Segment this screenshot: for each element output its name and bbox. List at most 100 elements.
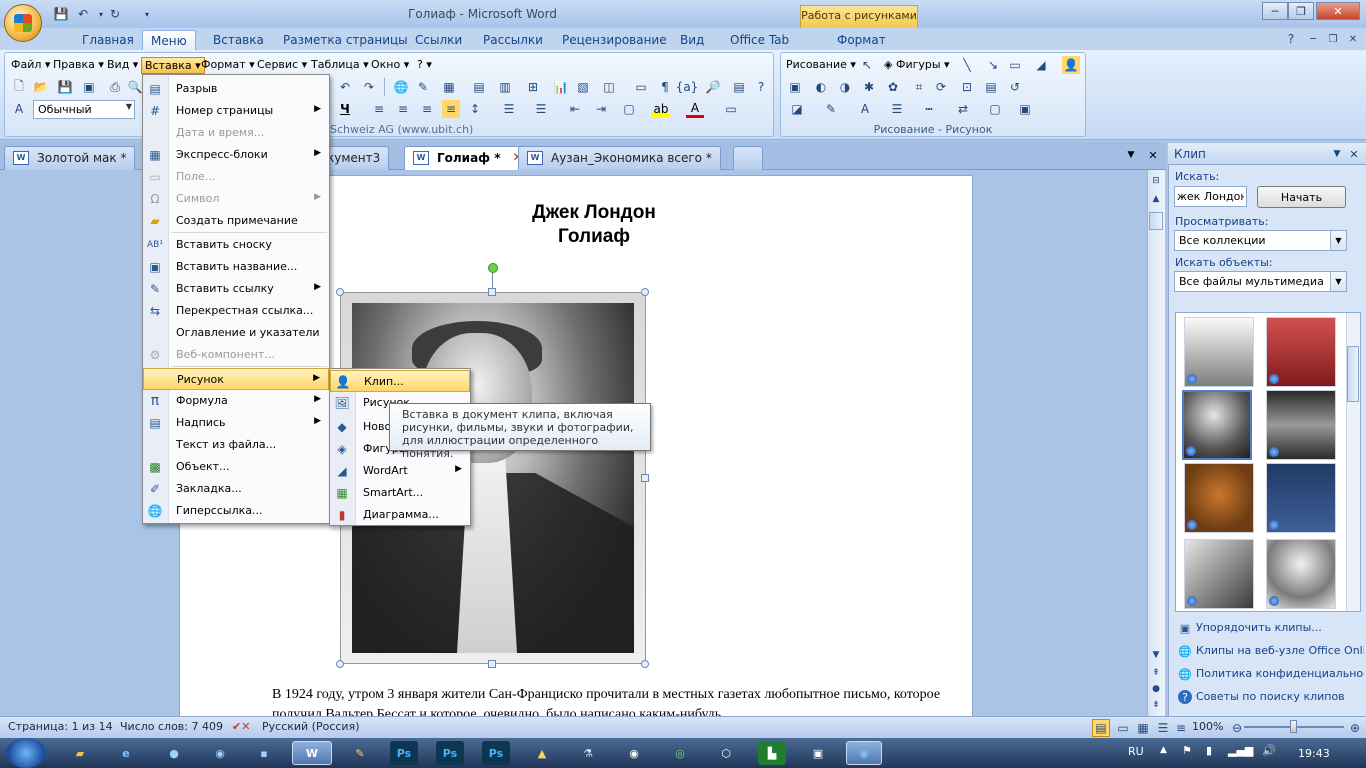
tab-view[interactable]: Вид [672,30,712,50]
resize-handle-bottom[interactable] [488,660,496,668]
tray-language[interactable]: RU [1128,745,1144,758]
photoshop-taskbar-icon[interactable]: Ps [390,741,418,765]
doc-tab-golden-poppy[interactable]: W Золотой мак * [4,146,136,170]
doc-tab-auzan[interactable]: W Аузан_Экономика всего * [518,146,721,170]
resize-handle-right[interactable] [641,474,649,482]
save-icon[interactable]: 💾 [52,5,70,23]
print-icon[interactable]: ⎙ [106,78,124,96]
shapes-menu[interactable]: ◈ Фигуры ▾ [884,58,950,71]
research-icon[interactable]: ▤ [730,78,748,96]
field-codes-icon[interactable]: {a} [676,78,699,96]
menu-item-bookmark[interactable]: ✐ Закладка... [143,478,329,500]
app-circle-taskbar-icon[interactable]: ◉ [620,741,648,765]
clip-thumbnail[interactable] [1184,317,1254,387]
ie-taskbar-icon[interactable]: e [112,741,140,765]
ribbon-minimize-icon[interactable]: ─ [1304,30,1322,48]
ribbon-close-icon[interactable]: ✕ [1344,30,1362,48]
menu-item-textbox[interactable]: ▤ Надпись ▶ [143,412,329,434]
increase-indent-icon[interactable]: ⇥ [592,100,610,118]
menu-edit[interactable]: Правка ▾ [50,57,107,74]
resize-handle-top-right[interactable] [641,288,649,296]
vertical-scrollbar[interactable] [1147,170,1165,716]
arrow-icon[interactable]: ↘ [984,56,1002,74]
tray-signal-icon[interactable]: ▂▄▆ [1228,744,1253,757]
tab-insert[interactable]: Вставка [205,30,272,50]
borders-icon[interactable]: ▢ [620,100,638,118]
clip-thumbnail[interactable] [1184,539,1254,609]
language-indicator[interactable]: Русский (Россия) [262,720,360,733]
menu-item-symbol[interactable]: Ω Символ ▶ [143,188,329,210]
clip-thumbnail[interactable] [1266,463,1336,533]
select-browse-object-icon[interactable]: ● [1148,684,1164,698]
minimize-button[interactable]: ─ [1262,2,1288,20]
justify-icon[interactable]: ≡ [442,100,460,118]
wordart-toolbar-icon[interactable]: ◢ [1032,56,1050,74]
tab-references[interactable]: Ссылки [407,30,470,50]
clip-thumbnail-selected[interactable] [1182,390,1252,460]
menu-item-hyperlink[interactable]: 🌐 Гиперссылка... [143,500,329,522]
close-all-tabs-icon[interactable]: ✕ [1144,146,1162,164]
line-style-icon[interactable]: ☰ [888,100,906,118]
zoom-level[interactable]: 100% [1192,720,1223,733]
organize-clips-link[interactable]: ▣ Упорядочить клипы... [1178,621,1364,641]
media-player-taskbar-icon[interactable]: ● [160,741,188,765]
submenu-item-smartart[interactable]: ▦ SmartArt... [330,482,470,504]
tab-menu[interactable]: Меню [142,30,196,50]
taskbar-clock[interactable]: 19:43 [1298,747,1330,760]
redo-toolbar-icon[interactable]: ↷ [360,78,378,96]
styles-icon[interactable]: A [10,100,28,118]
drawing-canvas-icon[interactable]: ◫ [600,78,618,96]
explorer-taskbar-icon[interactable]: ▰ [66,741,94,765]
scroll-up-icon[interactable]: ▲ [1148,194,1164,208]
tab-format[interactable]: Формат [829,30,894,50]
menu-item-citation[interactable]: ✎ Вставить ссылку ▶ [143,278,329,300]
menu-item-equation[interactable]: π Формула ▶ [143,390,329,412]
qat-customize-icon[interactable]: ▾ [138,5,156,23]
page-count[interactable]: Страница: 1 из 14 [8,720,113,733]
results-scroll-thumb[interactable] [1347,346,1359,402]
save-toolbar-icon[interactable]: 💾 [56,78,74,96]
menu-item-date-time[interactable]: Дата и время... [143,122,329,144]
fill-color-icon[interactable]: ◪ [788,100,806,118]
rotate-icon[interactable]: ⟳ [932,78,950,96]
insert-excel-icon[interactable]: ▤ [470,78,488,96]
network-taskbar-icon[interactable]: ◎ [666,741,694,765]
menu-view[interactable]: Вид ▾ [104,57,141,74]
reading-layout-icon[interactable]: ▭ [632,78,650,96]
line-icon[interactable]: ╲ [958,56,976,74]
photoshop-taskbar-icon-3[interactable]: Ps [482,741,510,765]
textbox-toolbar-icon[interactable]: ▭ [1006,56,1024,74]
clip-thumbnail[interactable] [1266,539,1336,609]
menu-item-break[interactable]: ▤ Разрыв [143,78,329,100]
submenu-item-wordart[interactable]: ◢ WordArt ▶ [330,460,470,482]
draft-view-icon[interactable]: ≡ [1172,719,1190,737]
full-screen-reading-icon[interactable]: ▭ [1114,719,1132,737]
word-taskbar-icon[interactable]: W [292,741,332,765]
redo-icon[interactable]: ↻ [106,5,124,23]
menu-item-caption[interactable]: ▣ Вставить название... [143,256,329,278]
close-button[interactable]: ✕ [1316,2,1360,20]
crop-icon[interactable]: ⌗ [910,78,928,96]
contrast-icon[interactable]: ◐ [812,78,830,96]
resize-handle-top-left[interactable] [336,288,344,296]
menu-format[interactable]: Формат ▾ [198,57,258,74]
zoom-in-icon[interactable]: ⊕ [1346,719,1364,737]
help-icon[interactable]: ? [1282,30,1300,48]
menu-item-toc[interactable]: Оглавление и указатели [143,322,329,344]
zoom-out-icon[interactable]: ⊖ [1228,719,1246,737]
recolor-icon[interactable]: ✿ [884,78,902,96]
font-color-icon[interactable]: A [686,100,704,118]
help-toolbar-icon[interactable]: ? [752,78,770,96]
tab-mailings[interactable]: Рассылки [475,30,551,50]
table-icon[interactable]: ▦ [440,78,458,96]
collections-select[interactable]: Все коллекции ▼ [1174,230,1347,251]
ribbon-restore-icon[interactable]: ❐ [1324,30,1342,48]
clip-art-toolbar-icon[interactable]: 👤 [1062,56,1080,74]
submenu-item-chart[interactable]: ▮ Диаграмма... [330,504,470,526]
tray-flag-icon[interactable]: ⚑ [1182,744,1192,757]
bullets-icon[interactable]: ☰ [532,100,550,118]
menu-item-new-comment[interactable]: ▰ Создать примечание [143,210,329,232]
app-taskbar-icon[interactable]: ▪ [250,741,278,765]
tab-home[interactable]: Главная [74,30,142,50]
text-wrap-icon[interactable]: ▤ [982,78,1000,96]
